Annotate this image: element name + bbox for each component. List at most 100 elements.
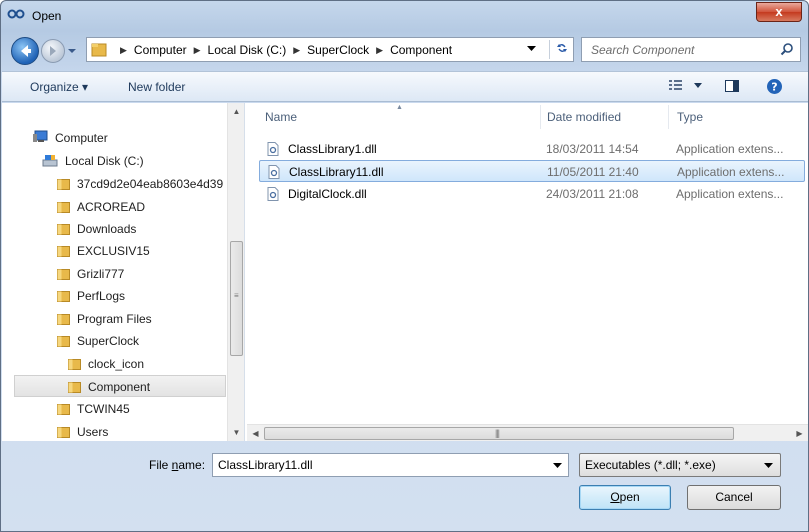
scroll-right-icon[interactable]: ▶ <box>791 425 808 442</box>
folder-icon <box>57 269 70 280</box>
file-type-chevron-down-icon <box>764 463 773 468</box>
column-header-type[interactable]: Type <box>677 103 703 131</box>
preview-pane-icon[interactable] <box>724 78 740 94</box>
breadcrumb-separator[interactable]: ▶ <box>293 45 300 56</box>
tree-item-folder[interactable]: Program Files <box>57 308 152 330</box>
file-list-scrollbar[interactable]: ◀ ||| ▶ <box>247 424 808 441</box>
breadcrumb-computer[interactable]: Computer <box>134 43 187 57</box>
tree-item-computer[interactable]: Computer <box>33 127 108 149</box>
tree-item-folder[interactable]: EXCLUSIV15 <box>57 240 150 262</box>
file-name-chevron-down-icon[interactable] <box>553 463 562 468</box>
tree-item-label: Component <box>88 380 151 394</box>
column-header-date[interactable]: Date modified <box>547 103 621 131</box>
organize-button[interactable]: Organize ▾ <box>30 80 88 94</box>
tree-item-label: SuperClock <box>77 334 140 348</box>
breadcrumb-separator[interactable]: ▶ <box>376 45 383 56</box>
scroll-grip: ||| <box>495 428 500 438</box>
address-history-chevron-down-icon[interactable] <box>527 46 536 52</box>
tree-item-folder[interactable]: Users <box>57 421 108 441</box>
tree-item-folder[interactable]: clock_icon <box>68 353 144 375</box>
tree-item-folder[interactable]: ACROREAD <box>57 196 145 218</box>
column-divider[interactable] <box>668 105 669 129</box>
file-name-value: ClassLibrary11.dll <box>218 458 313 472</box>
tree-item-local-disk[interactable]: Local Disk (C:) <box>42 150 144 172</box>
address-bar[interactable]: ▶ Computer ▶ Local Disk (C:) ▶ SuperCloc… <box>86 37 574 62</box>
command-bar: Organize ▾ New folder ? <box>2 71 808 102</box>
breadcrumb-component[interactable]: Component <box>390 43 452 57</box>
dll-file-icon <box>268 165 280 179</box>
breadcrumb-superclock[interactable]: SuperClock <box>307 43 369 57</box>
breadcrumb-separator[interactable]: ▶ <box>194 45 201 56</box>
column-divider[interactable] <box>540 105 541 129</box>
recent-pages-chevron-down-icon[interactable] <box>67 46 77 56</box>
file-date: 18/03/2011 14:54 <box>546 142 639 156</box>
file-type-value: Executables (*.dll; *.exe) <box>585 458 716 472</box>
tree-item-label: ACROREAD <box>77 200 146 214</box>
tree-item-folder[interactable]: 37cd9d2e04eab8603e4d39 <box>57 173 223 195</box>
forward-button[interactable] <box>41 39 65 63</box>
column-header-name[interactable]: Name <box>265 103 297 131</box>
scroll-down-icon[interactable]: ▼ <box>228 424 244 441</box>
tree-item-label: Local Disk (C:) <box>65 154 144 168</box>
file-date: 11/05/2011 21:40 <box>547 165 639 179</box>
open-icon <box>7 9 25 19</box>
scroll-up-icon[interactable]: ▲ <box>228 103 244 120</box>
search-placeholder: Search Component <box>591 43 695 57</box>
tree-item-folder[interactable]: Grizli777 <box>57 263 124 285</box>
tree-item-folder[interactable]: PerfLogs <box>57 285 125 307</box>
content-area: Computer Local Disk (C:) 37cd9d2e04eab86… <box>2 103 808 441</box>
folder-icon <box>57 427 70 438</box>
tree-item-label: Downloads <box>77 222 137 236</box>
refresh-icon <box>556 44 567 52</box>
close-button[interactable]: x <box>756 2 802 22</box>
scroll-thumb[interactable]: ≡ <box>230 241 243 356</box>
scroll-thumb[interactable]: ||| <box>264 427 734 440</box>
tree-item-folder[interactable]: Downloads <box>57 218 136 240</box>
tree-item-folder[interactable]: SuperClock <box>57 330 139 352</box>
back-button[interactable] <box>11 37 39 65</box>
svg-text:?: ? <box>771 81 777 94</box>
file-row[interactable]: ClassLibrary1.dll 18/03/2011 14:54 Appli… <box>259 138 805 160</box>
file-type: Application extens... <box>676 187 784 201</box>
folder-icon <box>57 291 70 302</box>
folder-icon <box>57 404 70 415</box>
scroll-grip: ≡ <box>234 291 239 300</box>
search-icon[interactable] <box>780 42 794 56</box>
drive-icon <box>42 155 58 167</box>
file-list[interactable]: Name ▲ Date modified Type ClassLibrary1.… <box>247 103 808 441</box>
file-type-select[interactable]: Executables (*.dll; *.exe) <box>579 453 781 477</box>
folder-icon <box>68 382 81 393</box>
file-name-input[interactable]: ClassLibrary11.dll <box>212 453 569 477</box>
navigation-row: ▶ Computer ▶ Local Disk (C:) ▶ SuperCloc… <box>1 31 808 69</box>
navigation-pane[interactable]: Computer Local Disk (C:) 37cd9d2e04eab86… <box>2 103 245 441</box>
breadcrumb-separator[interactable]: ▶ <box>120 45 127 56</box>
folder-icon <box>68 359 81 370</box>
file-name-label: File name: <box>149 458 206 472</box>
search-input[interactable]: Search Component <box>581 37 801 62</box>
tree-item-component-selected[interactable]: Component <box>14 375 226 397</box>
view-icon[interactable] <box>668 78 684 92</box>
open-button[interactable]: Open <box>579 485 671 510</box>
view-options-chevron-down-icon[interactable] <box>694 83 702 88</box>
file-name: ClassLibrary11.dll <box>289 165 384 179</box>
file-row[interactable]: DigitalClock.dll 24/03/2011 21:08 Applic… <box>259 183 805 205</box>
tree-item-folder[interactable]: TCWIN45 <box>57 398 130 420</box>
title-bar: Open x <box>1 1 808 29</box>
file-name: ClassLibrary1.dll <box>288 142 377 156</box>
help-icon[interactable]: ? <box>766 78 783 95</box>
file-type: Application extens... <box>676 142 784 156</box>
breadcrumb-local-disk[interactable]: Local Disk (C:) <box>208 43 287 57</box>
cancel-button[interactable]: Cancel <box>687 485 781 510</box>
file-type: Application extens... <box>677 165 785 179</box>
scroll-left-icon[interactable]: ◀ <box>247 425 264 442</box>
nav-scrollbar[interactable]: ▲ ≡ ▼ <box>227 103 244 441</box>
folder-icon <box>57 246 70 257</box>
file-date: 24/03/2011 21:08 <box>546 187 639 201</box>
open-dialog: Open x ▶ Computer ▶ Local Disk (C:) ▶ Su… <box>0 0 809 532</box>
new-folder-button[interactable]: New folder <box>128 80 185 94</box>
folder-icon <box>57 179 70 190</box>
breadcrumb: ▶ Computer ▶ Local Disk (C:) ▶ SuperCloc… <box>113 43 452 57</box>
folder-icon <box>57 314 70 325</box>
file-row-selected[interactable]: ClassLibrary11.dll 11/05/2011 21:40 Appl… <box>259 160 805 182</box>
refresh-button[interactable] <box>549 40 573 59</box>
